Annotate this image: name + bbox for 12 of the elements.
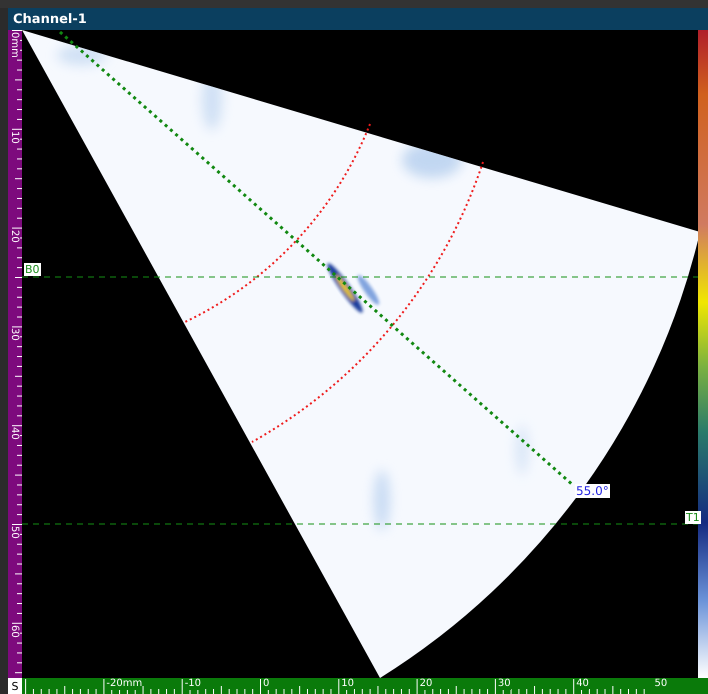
index-ruler-label: -10 xyxy=(184,678,202,690)
index-ruler-label: 10 xyxy=(341,678,354,690)
index-ruler-label: 40 xyxy=(576,678,589,690)
angle-label: 55.0° xyxy=(575,484,610,498)
index-ruler-label: -20mm xyxy=(106,678,142,690)
index-ruler-label: 30 xyxy=(498,678,511,690)
index-ruler-label: 0 xyxy=(263,678,270,690)
index-ruler-label: 20 xyxy=(420,678,432,690)
cursor-label[interactable]: B0 xyxy=(24,263,41,276)
origin-button[interactable]: S xyxy=(8,678,22,694)
cursor-label[interactable]: T1 xyxy=(685,511,701,524)
window-title: Channel-1 xyxy=(13,12,87,26)
